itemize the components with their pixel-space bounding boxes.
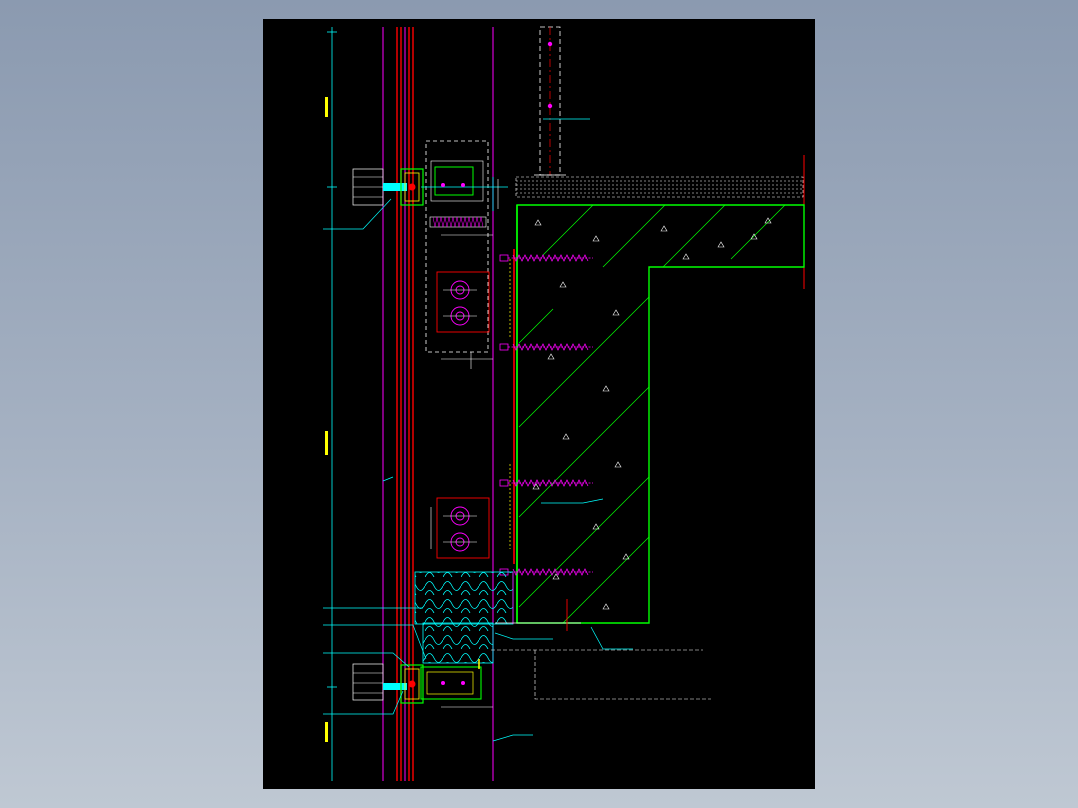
- dimension-text-vertical: [325, 97, 328, 742]
- overall-dimension-line: [327, 27, 337, 781]
- fire-insulation: [414, 571, 514, 664]
- lower-transom: [352, 659, 493, 708]
- glass-panel-lines: [382, 27, 494, 781]
- drawing-sheet[interactable]: [263, 19, 815, 789]
- upper-post: [534, 26, 566, 176]
- bracket-assembly-lower: [430, 497, 490, 559]
- bracket-assembly-upper: [436, 271, 490, 333]
- section-detail-drawing: [323, 26, 805, 781]
- concrete-beam: [516, 204, 805, 624]
- upper-bracket-zone: [425, 140, 493, 369]
- cad-viewer: [0, 0, 1078, 808]
- embedded-plate: [509, 249, 515, 564]
- upper-transom: [352, 168, 508, 211]
